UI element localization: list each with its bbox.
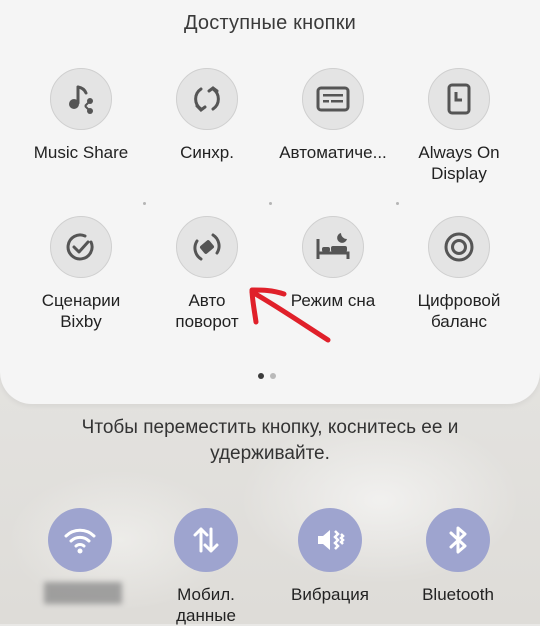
tile-bixby-routines[interactable]: Сценарии Bixby: [18, 216, 144, 332]
panel-title: Доступные кнопки: [183, 12, 357, 34]
quick-setting-mobile-data[interactable]: Мобил. данные: [146, 508, 266, 626]
tile-label: Music Share: [33, 143, 129, 162]
tile-label: Синхр.: [180, 143, 234, 162]
quick-setting-bluetooth[interactable]: Bluetooth: [398, 508, 518, 605]
tile-label: Сценарии Bixby: [41, 291, 121, 331]
tile-label: Цифровой баланс: [417, 291, 501, 331]
tile-label: Авто поворот: [175, 291, 239, 331]
tile-always-on-display[interactable]: Always On Display: [396, 68, 522, 184]
vibrate-icon: [298, 508, 362, 572]
music-share-icon: [50, 68, 112, 130]
always-on-display-icon: [428, 68, 490, 130]
tile-sync[interactable]: Синхр.: [144, 68, 270, 163]
redacted-label: [44, 582, 122, 604]
drag-hint-text: Чтобы переместить кнопку, коснитесь ее и…: [81, 417, 459, 464]
digital-wellbeing-icon: [428, 216, 490, 278]
tile-sleep-mode[interactable]: Режим сна: [270, 216, 396, 311]
separator-dot: [269, 202, 272, 205]
separator-dot: [143, 202, 146, 205]
available-buttons-panel: Доступные кнопки Music Share Синхр. Авто…: [0, 0, 540, 404]
quick-setting-label: Bluetooth: [422, 585, 494, 604]
mobile-data-icon: [174, 508, 238, 572]
wifi-icon: [48, 508, 112, 572]
tile-label: Режим сна: [290, 291, 376, 310]
quick-setting-label: Вибрация: [291, 585, 369, 604]
page-dot: [270, 373, 276, 379]
separator-dot: [396, 202, 399, 205]
bixby-routines-icon: [50, 216, 112, 278]
auto-rotate-icon: [176, 216, 238, 278]
tile-auto-captions[interactable]: Автоматиче...: [270, 68, 396, 163]
bluetooth-icon: [426, 508, 490, 572]
tile-label: Always On Display: [418, 143, 500, 183]
quick-setting-vibrate[interactable]: Вибрация: [270, 508, 390, 605]
tile-music-share[interactable]: Music Share: [18, 68, 144, 163]
tile-auto-rotate[interactable]: Авто поворот: [144, 216, 270, 332]
tile-digital-wellbeing[interactable]: Цифровой баланс: [396, 216, 522, 332]
tile-label: Автоматиче...: [279, 143, 387, 162]
subtitles-icon: [302, 68, 364, 130]
page-dot-active: [258, 373, 264, 379]
sync-icon: [176, 68, 238, 130]
sleep-mode-icon: [302, 216, 364, 278]
quick-setting-label: Мобил. данные: [176, 585, 236, 625]
quick-setting-wifi[interactable]: [20, 508, 140, 584]
page-indicator: [258, 373, 276, 379]
